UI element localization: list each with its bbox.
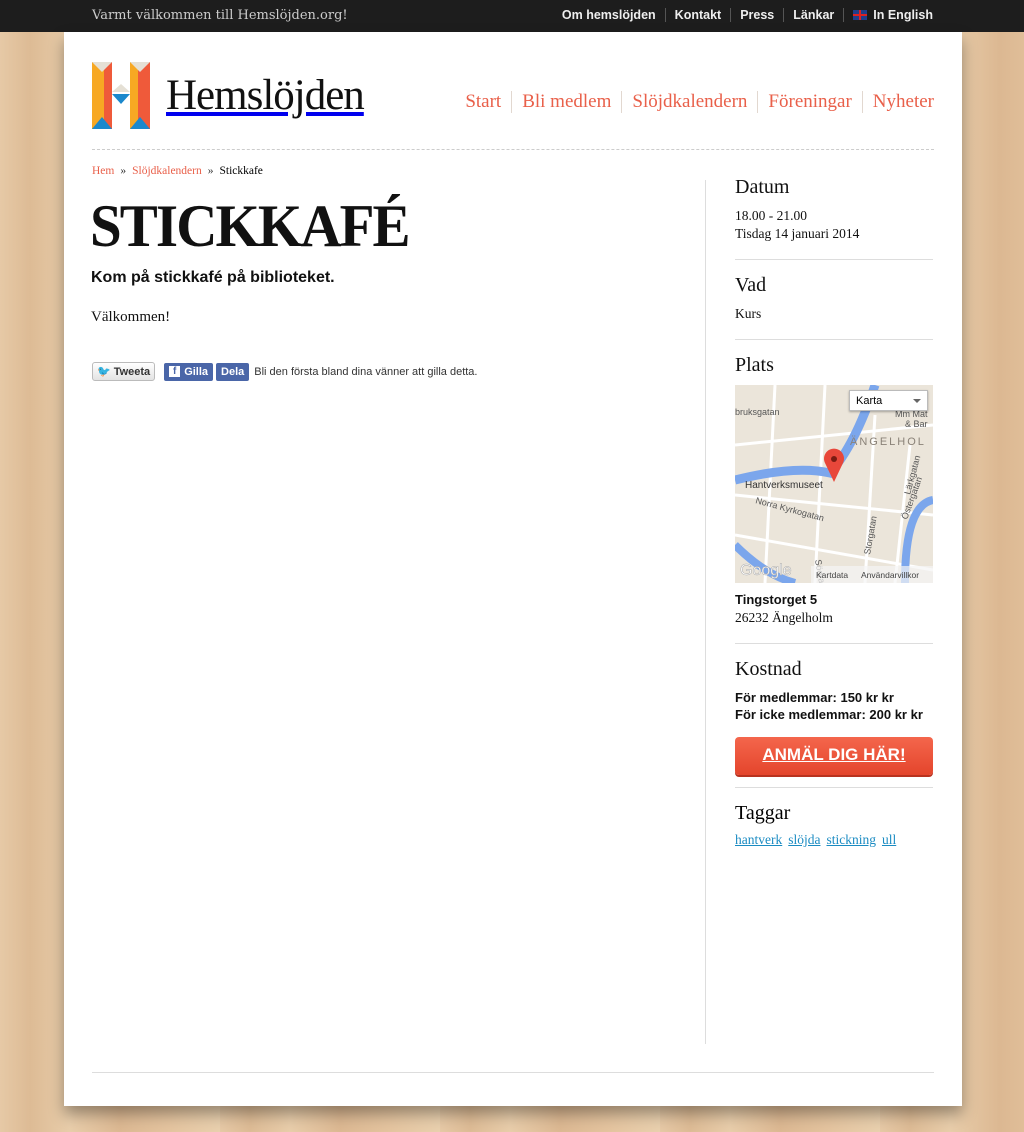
facebook-icon: f: [169, 366, 181, 377]
event-time: 18.00 - 21.00: [735, 208, 807, 223]
page: Hemslöjden Start Bli medlem Slöjdkalende…: [64, 32, 962, 1106]
english-label: In English: [873, 8, 933, 22]
logo-h-icon: [92, 62, 150, 129]
column-divider: [705, 180, 706, 1044]
top-link-lankar[interactable]: Länkar: [783, 8, 843, 22]
tweet-button[interactable]: 🐦 Tweeta: [92, 362, 156, 381]
logo[interactable]: Hemslöjden: [92, 62, 365, 129]
vad-section: Vad Kurs: [735, 274, 933, 340]
uk-flag-icon: [853, 10, 868, 20]
body-text: Välkommen!: [91, 309, 171, 325]
like-label: Gilla: [184, 365, 209, 378]
nav-start[interactable]: Start: [455, 91, 511, 113]
map-data-link[interactable]: Kartdata: [816, 570, 848, 580]
top-nav: Om hemslöjden Kontakt Press Länkar In En…: [553, 8, 933, 22]
breadcrumb-separator: »: [120, 165, 127, 177]
breadcrumb-separator: »: [207, 165, 214, 177]
map-canvas: bruksgatan Mm Mat & Bar ÄNGELHOL Hantver…: [735, 385, 933, 583]
nav-bli-medlem[interactable]: Bli medlem: [511, 91, 621, 113]
map-label: bruksgatan: [735, 407, 780, 417]
tag-link[interactable]: stickning: [826, 832, 876, 847]
breadcrumb: Hem » Slöjdkalendern » Stickkafe: [92, 165, 263, 177]
kostnad-heading: Kostnad: [735, 658, 802, 680]
map-terms-link[interactable]: Användarvillkor: [861, 570, 919, 580]
map-label: & Bar: [905, 419, 928, 429]
nav-slojdkalendern[interactable]: Slöjdkalendern: [621, 91, 757, 113]
top-bar: Varmt välkommen till Hemslöjden.org! Om …: [0, 0, 1024, 32]
footer-divider: [92, 1072, 934, 1073]
top-link-english[interactable]: In English: [843, 8, 933, 22]
kostnad-section: Kostnad För medlemmar: 150 kr kr För ick…: [735, 658, 933, 788]
breadcrumb-slojdkalendern[interactable]: Slöjdkalendern: [132, 165, 202, 177]
price-nonmembers: För icke medlemmar: 200 kr kr: [735, 707, 923, 722]
divider: [92, 149, 934, 150]
map-label: Hantverksmuseet: [745, 480, 823, 491]
top-link-om[interactable]: Om hemslöjden: [553, 8, 665, 22]
like-button[interactable]: f Gilla: [164, 362, 214, 381]
social-buttons: 🐦 Tweeta f Gilla Dela Bli den första bland…: [92, 362, 477, 381]
datum-heading: Datum: [735, 176, 790, 198]
map[interactable]: bruksgatan Mm Mat & Bar ÄNGELHOL Hantver…: [735, 385, 933, 583]
page-title: STICKKAFÉ: [90, 193, 411, 259]
register-button[interactable]: ANMÄL DIG HÄR!: [735, 737, 933, 775]
taggar-section: Taggar hantverk slöjda stickning ull: [735, 802, 933, 849]
tweet-label: Tweeta: [113, 365, 151, 378]
plats-section: Plats bruksgatan Mm Mat & Bar ÄNGELHOL H…: [735, 354, 933, 644]
datum-section: Datum 18.00 - 21.00 Tisdag 14 januari 20…: [735, 176, 933, 260]
nav-nyheter[interactable]: Nyheter: [861, 91, 934, 113]
tag-list: hantverk slöjda stickning ull: [735, 831, 933, 849]
breadcrumb-current: Stickkafe: [219, 165, 263, 177]
tag-link[interactable]: ull: [882, 832, 896, 847]
plats-heading: Plats: [735, 354, 774, 376]
lead-text: Kom på stickkafé på biblioteket.: [91, 269, 335, 286]
logo-text: Hemslöjden: [166, 72, 365, 119]
main-nav: Start Bli medlem Slöjdkalendern Förening…: [455, 91, 934, 113]
like-count-text: Bli den första bland dina vänner att gil…: [254, 365, 478, 378]
twitter-bird-icon: 🐦: [97, 366, 111, 378]
taggar-heading: Taggar: [735, 802, 791, 824]
map-label: ÄNGELHOL: [850, 436, 926, 448]
breadcrumb-hem[interactable]: Hem: [92, 165, 114, 177]
google-logo: Google: [740, 562, 792, 579]
share-button[interactable]: Dela: [216, 362, 250, 381]
map-type-select[interactable]: Karta: [849, 390, 928, 411]
top-link-kontakt[interactable]: Kontakt: [664, 8, 731, 22]
tag-link[interactable]: slöjda: [788, 832, 820, 847]
sidebar: Datum 18.00 - 21.00 Tisdag 14 januari 20…: [735, 176, 933, 849]
price-members: För medlemmar: 150 kr kr: [735, 690, 894, 705]
address-street: Tingstorget 5: [735, 592, 818, 607]
welcome-text: Varmt välkommen till Hemslöjden.org!: [92, 8, 348, 23]
address-city: 26232 Ängelholm: [735, 610, 833, 625]
event-type: Kurs: [735, 306, 762, 321]
event-date: Tisdag 14 januari 2014: [735, 226, 860, 241]
tag-link[interactable]: hantverk: [735, 832, 782, 847]
vad-heading: Vad: [735, 274, 767, 296]
nav-foreningar[interactable]: Föreningar: [757, 91, 861, 113]
top-link-press[interactable]: Press: [730, 8, 783, 22]
